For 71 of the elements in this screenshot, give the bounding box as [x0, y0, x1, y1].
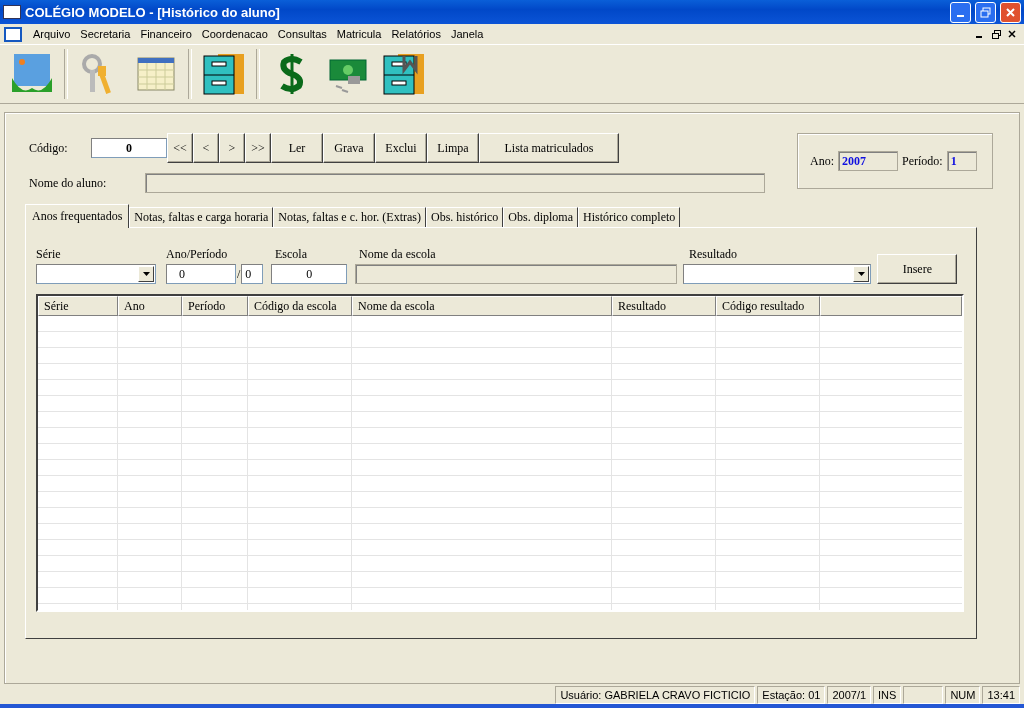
menu-item[interactable]: Janela [445, 28, 489, 40]
restore-icon [980, 6, 991, 18]
tab[interactable]: Obs. histórico [426, 207, 504, 227]
field-label: Período: [902, 153, 943, 169]
navigation-button[interactable]: > [219, 133, 245, 163]
tab[interactable]: Anos frequentados [25, 204, 130, 228]
period-field: 1 [946, 151, 977, 171]
restore-button[interactable] [975, 1, 996, 23]
window-title: COLÉGIO MODELO - [Histórico do aluno] [25, 4, 281, 20]
document-icon [4, 26, 22, 42]
school-name-field[interactable] [355, 264, 678, 284]
student-name-field[interactable] [145, 173, 765, 193]
menu-item[interactable]: Secretaria [75, 28, 136, 40]
dropdown-arrow-icon [142, 272, 150, 276]
year-field: 2007 [838, 151, 898, 171]
navigation-button[interactable]: < [193, 133, 219, 163]
year-field[interactable]: 0 [166, 264, 236, 284]
status-panel: 13:41 [982, 686, 1020, 704]
status-panel: NUM [945, 686, 981, 704]
code-field[interactable]: 0 [91, 138, 167, 158]
field-label: Escola [275, 245, 308, 263]
column-header[interactable]: Código da escola [248, 296, 352, 316]
field-label: Resultado [689, 245, 737, 263]
column-header[interactable]: Nome da escola [352, 296, 612, 316]
menu-item[interactable]: Consultas [272, 28, 332, 40]
menu-item[interactable]: Financeiro [135, 28, 197, 40]
column-header[interactable]: Período [182, 296, 248, 316]
separator-text: / [236, 266, 242, 282]
series-dropdown[interactable] [36, 264, 156, 284]
app-icon [3, 5, 21, 19]
status-panel: INS [873, 686, 902, 704]
action-button[interactable]: Ler [271, 133, 323, 163]
column-header[interactable]: Resultado [612, 296, 716, 316]
column-header[interactable]: Código resultado [716, 296, 820, 316]
menu-item[interactable]: Matricula [331, 28, 387, 40]
field-label: Código: [28, 140, 69, 156]
field-label: Ano: [810, 153, 834, 169]
file-cabinet-icon[interactable] [382, 52, 426, 96]
tab[interactable]: Obs. diploma [503, 207, 578, 227]
field-label: Série [36, 245, 62, 263]
school-code-field[interactable]: 0 [271, 264, 348, 284]
action-button[interactable]: Exclui [375, 133, 427, 163]
column-header[interactable]: Série [38, 296, 118, 316]
period-field[interactable]: 0 [241, 264, 264, 284]
field-label: Nome do aluno: [28, 175, 108, 191]
result-dropdown[interactable] [683, 264, 872, 284]
action-button[interactable]: Grava [323, 133, 375, 163]
file-cabinet-icon[interactable] [202, 52, 246, 96]
status-panel: Estação: 01 [757, 686, 826, 704]
tab[interactable]: Notas, faltas e carga horaria [129, 207, 274, 227]
minimize-icon [957, 15, 964, 17]
status-panel: 2007/1 [827, 686, 872, 704]
action-button[interactable]: Lista matriculados [479, 133, 619, 163]
tab[interactable]: Notas, faltas e c. hor. (Extras) [273, 207, 426, 227]
minimize-button[interactable] [950, 1, 971, 23]
action-button[interactable]: Limpa [427, 133, 479, 163]
close-icon [1005, 6, 1016, 18]
field-label: Nome da escola [359, 245, 437, 263]
status-panel: Usuário: GABRIELA CRAVO FICTICIO [555, 686, 756, 704]
close-button[interactable] [1000, 1, 1021, 23]
field-label: Ano/Período [166, 245, 229, 263]
dropdown-arrow-icon [857, 272, 865, 276]
column-header[interactable]: Ano [118, 296, 182, 316]
menu-item[interactable]: Coordenacao [196, 28, 273, 40]
insert-button[interactable]: Insere [877, 254, 958, 284]
navigation-button[interactable]: << [167, 133, 193, 163]
menu-item[interactable]: Arquivo [28, 28, 76, 40]
menu-item[interactable]: Relatórios [386, 28, 446, 40]
navigation-button[interactable]: >> [245, 133, 271, 163]
tab[interactable]: Histórico completo [578, 207, 681, 227]
empty-status-panel [903, 686, 944, 704]
